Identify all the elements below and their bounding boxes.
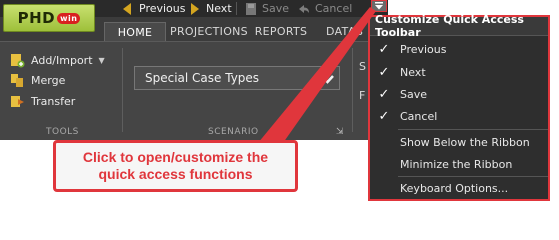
menu-item-label: Save — [400, 87, 428, 101]
add-import-button[interactable]: Add/Import ▼ — [10, 51, 105, 69]
check-icon: ✓ — [378, 86, 390, 102]
ribbon-group-separator — [122, 48, 123, 132]
menu-item-label: Minimize the Ribbon — [400, 157, 513, 171]
menu-item-label: Cancel — [400, 109, 438, 123]
ribbon-panel: Add/Import ▼ Merge Transfer TOOLS Specia… — [0, 41, 388, 140]
save-button[interactable]: Save — [244, 1, 289, 16]
menu-item-next[interactable]: ✓ Next — [370, 62, 548, 82]
merge-label: Merge — [31, 73, 66, 87]
cancel-button[interactable]: Cancel — [297, 1, 352, 16]
application-window: Previous Next Save Cancel PHD win HOME PR… — [0, 0, 388, 140]
customize-caret-icon — [375, 2, 383, 10]
menu-item-label: Show Below the Ribbon — [400, 135, 530, 149]
menu-item-save[interactable]: ✓ Save — [370, 84, 548, 104]
cancel-label: Cancel — [315, 2, 353, 15]
previous-arrow-icon — [123, 2, 131, 15]
transfer-icon — [11, 95, 24, 107]
scenario-group-label: SCENARIO — [208, 127, 259, 137]
scenario-select-value: Special Case Types — [145, 71, 260, 85]
add-import-label: Add/Import — [31, 53, 93, 67]
transfer-button[interactable]: Transfer — [10, 92, 75, 110]
next-label: Next — [206, 2, 232, 15]
tab-database[interactable]: DATAB — [326, 22, 374, 41]
merge-button[interactable]: Merge — [10, 71, 65, 89]
check-icon: ✓ — [378, 108, 390, 124]
tab-home[interactable]: HOME — [104, 22, 166, 41]
undo-arrow-icon — [299, 4, 309, 13]
menu-title: Customize Quick Access Toolbar — [370, 13, 548, 39]
check-icon: ✓ — [378, 41, 390, 57]
menu-separator — [398, 129, 548, 130]
menu-item-label: Previous — [400, 42, 447, 56]
floppy-disk-icon — [246, 2, 256, 15]
previous-button[interactable]: Previous — [121, 1, 186, 16]
menu-separator — [398, 176, 548, 177]
dropdown-caret-icon: ▼ — [98, 55, 105, 65]
scenario-select[interactable]: Special Case Types — [134, 66, 340, 90]
add-import-icon — [11, 53, 25, 67]
menu-item-label: Next — [400, 65, 426, 79]
tab-reports[interactable]: REPORTS — [252, 22, 310, 41]
ribbon-tabs: HOME PROJECTIONS REPORTS DATAB — [0, 22, 388, 41]
menu-item-previous[interactable]: ✓ Previous — [370, 39, 548, 59]
next-group-letter: S — [359, 60, 366, 73]
next-group-letter: F — [359, 89, 366, 102]
menu-item-label: Keyboard Options... — [400, 181, 509, 195]
previous-label: Previous — [139, 2, 186, 15]
save-label: Save — [262, 2, 290, 15]
callout-line-1: Click to open/customize the — [82, 149, 269, 165]
menu-item-cancel[interactable]: ✓ Cancel — [370, 106, 548, 126]
chevron-down-icon[interactable] — [319, 70, 336, 87]
check-icon: ✓ — [378, 64, 390, 80]
tab-projections[interactable]: PROJECTIONS — [168, 22, 250, 41]
menu-item-minimize-ribbon[interactable]: Minimize the Ribbon — [370, 154, 548, 174]
qat-customize-button[interactable] — [371, 0, 387, 12]
merge-icon — [11, 73, 23, 87]
annotation-callout: Click to open/customize the quick access… — [53, 140, 298, 192]
tools-group-label: TOOLS — [46, 127, 79, 137]
next-arrow-icon — [191, 2, 199, 15]
ribbon-group-separator — [352, 48, 353, 132]
menu-item-keyboard-options[interactable]: Keyboard Options... — [370, 178, 548, 198]
next-button[interactable]: Next — [188, 1, 232, 16]
qat-separator — [236, 2, 237, 15]
customize-qat-menu: Customize Quick Access Toolbar ✓ Previou… — [368, 13, 550, 201]
menu-item-show-below-ribbon[interactable]: Show Below the Ribbon — [370, 132, 548, 152]
callout-line-2: quick access functions — [98, 166, 253, 182]
group-expand-icon[interactable]: ⇲ — [336, 127, 344, 137]
transfer-label: Transfer — [31, 94, 76, 108]
